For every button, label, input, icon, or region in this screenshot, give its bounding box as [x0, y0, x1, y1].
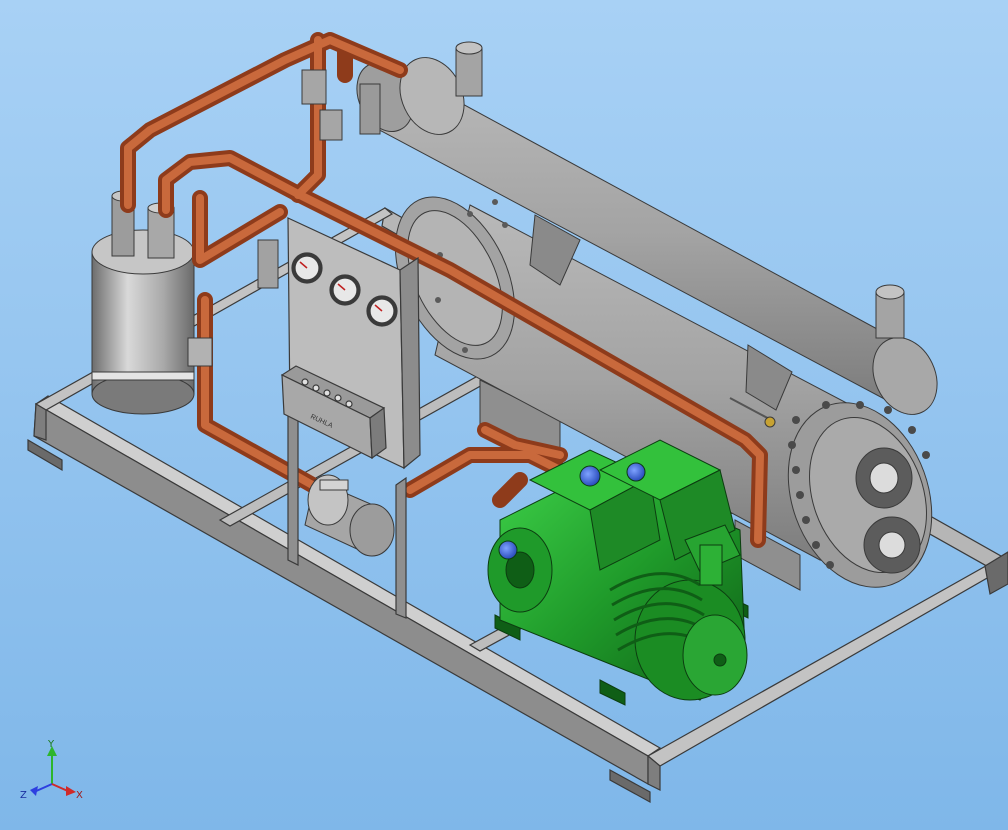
z-axis-arrow — [30, 783, 53, 796]
lower-nozzle-flange[interactable] — [863, 516, 921, 574]
valve-top-mid[interactable] — [319, 109, 343, 141]
pressure-gauge-1 — [291, 252, 323, 284]
receiver-stub-left[interactable] — [455, 47, 483, 97]
pressure-gauge-3 — [366, 295, 398, 327]
valve-top-right[interactable] — [359, 83, 381, 135]
z-axis-label: Z — [20, 790, 27, 801]
sight-glass[interactable] — [187, 337, 213, 367]
cad-model-view[interactable]: RUHLA — [0, 0, 1008, 830]
pressure-gauge-2 — [329, 274, 361, 306]
valve-left-side[interactable] — [257, 239, 279, 289]
solenoid-valve-3[interactable] — [626, 462, 646, 482]
valve-top-left[interactable] — [301, 69, 327, 105]
compressor-suction-stub[interactable] — [699, 544, 723, 586]
x-axis-arrow — [51, 783, 76, 796]
x-axis-label: X — [76, 790, 83, 801]
upper-nozzle-flange[interactable] — [855, 447, 913, 509]
orientation-triad[interactable]: Y Z X — [18, 738, 88, 802]
y-axis-arrow — [47, 746, 57, 784]
solenoid-valve-1[interactable] — [498, 540, 518, 560]
y-axis-label: Y — [47, 739, 55, 750]
solenoid-valve-2[interactable] — [579, 465, 601, 487]
cad-viewport[interactable]: RUHLA Y Z X — [0, 0, 1008, 830]
